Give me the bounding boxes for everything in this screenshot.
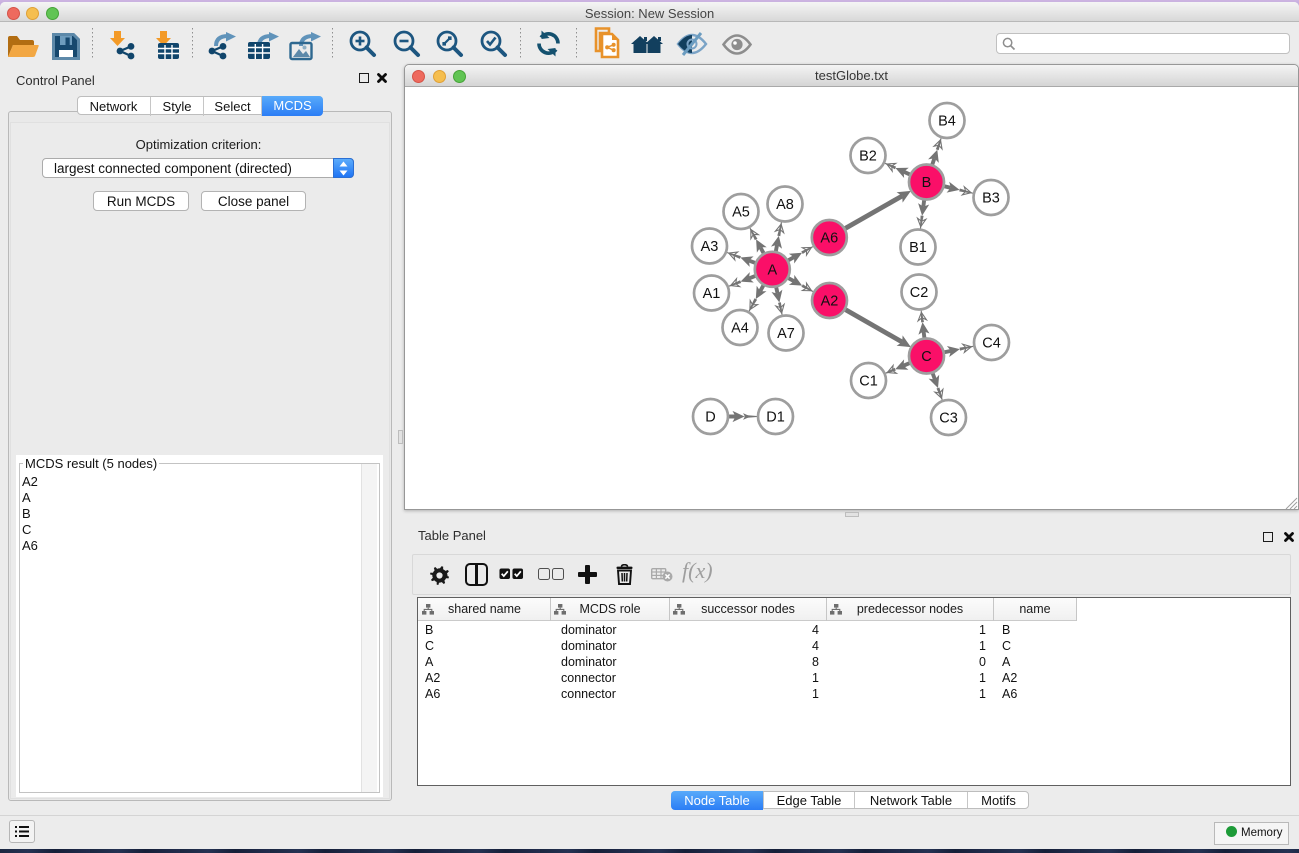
svg-text:D: D bbox=[705, 410, 715, 426]
svg-text:A1: A1 bbox=[703, 286, 721, 302]
svg-text:A7: A7 bbox=[777, 326, 795, 342]
svg-text:A3: A3 bbox=[701, 239, 719, 255]
svg-text:B4: B4 bbox=[938, 114, 956, 130]
svg-text:A6: A6 bbox=[820, 231, 838, 247]
svg-text:B1: B1 bbox=[909, 240, 927, 256]
svg-text:C1: C1 bbox=[859, 374, 878, 390]
svg-text:B3: B3 bbox=[982, 191, 1000, 207]
svg-text:A8: A8 bbox=[776, 197, 794, 213]
svg-text:B: B bbox=[922, 175, 932, 191]
svg-text:B2: B2 bbox=[859, 149, 877, 165]
svg-text:D1: D1 bbox=[766, 410, 785, 426]
svg-text:C: C bbox=[921, 349, 931, 365]
svg-text:C4: C4 bbox=[982, 336, 1001, 352]
svg-text:A5: A5 bbox=[732, 205, 750, 221]
svg-text:A: A bbox=[767, 262, 777, 278]
svg-text:C2: C2 bbox=[910, 285, 929, 301]
svg-text:A2: A2 bbox=[821, 294, 839, 310]
svg-text:C3: C3 bbox=[939, 411, 958, 427]
svg-text:A4: A4 bbox=[731, 321, 749, 337]
